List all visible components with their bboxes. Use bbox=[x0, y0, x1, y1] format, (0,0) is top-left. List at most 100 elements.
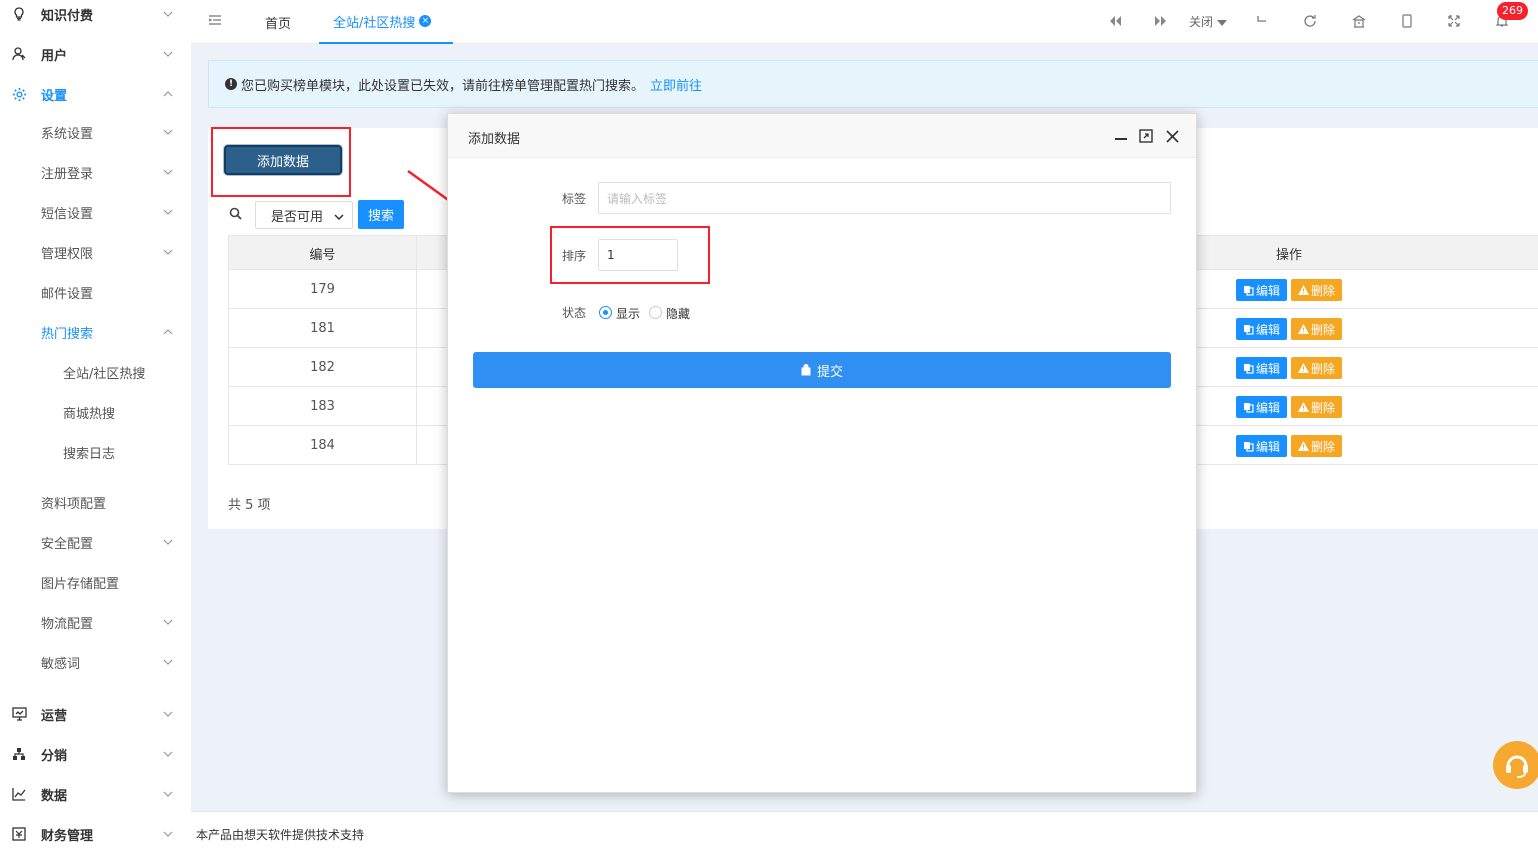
sidebar-item-distribution[interactable]: 分销 bbox=[0, 734, 191, 774]
sidebar-item-label: 全站/社区热搜 bbox=[63, 366, 146, 382]
delete-label: 删除 bbox=[1310, 283, 1335, 298]
warning-icon bbox=[1297, 285, 1309, 295]
footer-text: 本产品由想天软件提供技术支持 bbox=[196, 828, 365, 842]
add-data-button[interactable]: 添加数据 bbox=[224, 145, 342, 175]
copy-icon bbox=[1243, 441, 1254, 452]
chevron-down-icon bbox=[162, 708, 174, 720]
search-icon bbox=[229, 207, 243, 221]
chevron-down-icon bbox=[162, 748, 174, 760]
delete-button[interactable]: 删除 bbox=[1291, 318, 1342, 340]
edit-button[interactable]: 编辑 bbox=[1236, 435, 1287, 457]
sidebar-item-label: 资料项配置 bbox=[41, 496, 107, 512]
column-divider bbox=[416, 236, 417, 271]
status-show-radio[interactable] bbox=[599, 306, 612, 319]
menu-toggle-icon[interactable] bbox=[207, 12, 225, 30]
status-show-label: 显示 bbox=[616, 307, 641, 321]
submit-label: 提交 bbox=[816, 364, 843, 380]
tab-label: 全站/社区热搜 bbox=[333, 15, 416, 31]
refresh-icon[interactable] bbox=[1301, 12, 1319, 30]
status-hide-radio[interactable] bbox=[649, 306, 662, 319]
sidebar-item-operations[interactable]: 运营 bbox=[0, 694, 191, 734]
sidebar-item-label: 短信设置 bbox=[41, 206, 94, 222]
edit-label: 编辑 bbox=[1255, 439, 1280, 454]
sidebar-item-sms-settings[interactable]: 短信设置 bbox=[0, 192, 191, 232]
submit-button[interactable]: 提交 bbox=[473, 352, 1171, 388]
chevron-down-icon bbox=[162, 616, 174, 628]
copy-icon bbox=[1243, 402, 1254, 413]
status-label: 状态 bbox=[562, 306, 587, 320]
sidebar-item-permissions[interactable]: 管理权限 bbox=[0, 232, 191, 272]
sidebar-item-user[interactable]: 用户 bbox=[0, 34, 191, 74]
edit-button[interactable]: 编辑 bbox=[1236, 396, 1287, 418]
finance-icon bbox=[11, 826, 27, 842]
delete-button[interactable]: 删除 bbox=[1291, 357, 1342, 379]
sidebar-item-site-hot-search[interactable]: 全站/社区热搜 bbox=[0, 352, 191, 392]
mobile-icon[interactable] bbox=[1398, 12, 1416, 30]
sidebar-item-logistics[interactable]: 物流配置 bbox=[0, 602, 191, 642]
warning-icon bbox=[1297, 363, 1309, 373]
status-hide-label: 隐藏 bbox=[666, 307, 691, 321]
maximize-icon[interactable] bbox=[1137, 127, 1155, 145]
tab-site-hot-search[interactable]: 全站/社区热搜 × bbox=[319, 0, 453, 44]
column-divider bbox=[416, 387, 417, 426]
sidebar-item-sensitive-words[interactable]: 敏感词 bbox=[0, 642, 191, 682]
sidebar-item-search-log[interactable]: 搜索日志 bbox=[0, 432, 191, 472]
edit-button[interactable]: 编辑 bbox=[1236, 357, 1287, 379]
column-divider bbox=[416, 348, 417, 387]
column-divider bbox=[416, 270, 417, 309]
search-button[interactable]: 搜索 bbox=[358, 200, 404, 229]
sidebar-item-mall-hot-search[interactable]: 商城热搜 bbox=[0, 392, 191, 432]
undo-icon[interactable] bbox=[1253, 12, 1271, 30]
org-chart-icon bbox=[11, 746, 27, 762]
sidebar-item-register-login[interactable]: 注册登录 bbox=[0, 152, 191, 192]
sidebar-item-email-settings[interactable]: 邮件设置 bbox=[0, 272, 191, 312]
tag-input[interactable]: 请输入标签 bbox=[598, 182, 1171, 214]
exclamation-icon: ! bbox=[225, 78, 237, 90]
tab-home[interactable]: 首页 bbox=[251, 0, 305, 44]
sidebar-item-data[interactable]: 数据 bbox=[0, 774, 191, 814]
tag-label: 标签 bbox=[562, 192, 587, 206]
edit-button[interactable]: 编辑 bbox=[1236, 318, 1287, 340]
sidebar-item-settings[interactable]: 设置 bbox=[0, 74, 191, 114]
scroll-right-icon[interactable] bbox=[1152, 12, 1170, 30]
headset-icon bbox=[1506, 755, 1528, 778]
delete-button[interactable]: 删除 bbox=[1291, 279, 1342, 301]
sidebar-item-label: 分销 bbox=[41, 748, 68, 764]
delete-label: 删除 bbox=[1310, 400, 1335, 415]
sidebar-item-hot-search[interactable]: 热门搜索 bbox=[0, 312, 191, 352]
home-building-icon[interactable] bbox=[1350, 12, 1368, 30]
chevron-down-icon bbox=[162, 126, 174, 138]
sidebar-item-image-storage[interactable]: 图片存储配置 bbox=[0, 562, 191, 602]
sidebar-item-profile-config[interactable]: 资料项配置 bbox=[0, 482, 191, 522]
chevron-down-icon bbox=[162, 828, 174, 840]
fullscreen-icon[interactable] bbox=[1445, 12, 1463, 30]
sidebar-item-security-config[interactable]: 安全配置 bbox=[0, 522, 191, 562]
scroll-left-icon[interactable] bbox=[1106, 12, 1124, 30]
chevron-down-icon bbox=[162, 656, 174, 668]
sidebar: 知识付费 用户 设置 系统设置 注册登录 短信设置 管理权限 邮件设置 热门搜索… bbox=[0, 0, 191, 851]
close-icon[interactable] bbox=[1163, 127, 1181, 145]
notice-link[interactable]: 立即前往 bbox=[650, 75, 702, 94]
notice-text: 您已购买榜单模块，此处设置已失效，请前往榜单管理配置热门搜索。 bbox=[241, 78, 645, 94]
sidebar-item-knowledge[interactable]: 知识付费 bbox=[0, 0, 191, 34]
chevron-down-icon bbox=[162, 206, 174, 218]
close-icon[interactable]: × bbox=[419, 15, 432, 27]
user-icon bbox=[11, 46, 27, 62]
close-tabs-dropdown[interactable]: 关闭 bbox=[1189, 13, 1227, 30]
delete-button[interactable]: 删除 bbox=[1291, 435, 1342, 457]
minimize-icon[interactable] bbox=[1112, 127, 1130, 145]
edit-label: 编辑 bbox=[1255, 400, 1280, 415]
sidebar-item-label: 运营 bbox=[41, 708, 68, 724]
warning-icon bbox=[1297, 324, 1309, 334]
sidebar-item-label: 知识付费 bbox=[41, 8, 94, 24]
tab-label: 首页 bbox=[265, 16, 292, 32]
sidebar-item-finance[interactable]: 财务管理 bbox=[0, 814, 191, 851]
cell-id: 184 bbox=[310, 438, 335, 453]
sort-input[interactable]: 1 bbox=[598, 239, 678, 271]
delete-button[interactable]: 删除 bbox=[1291, 396, 1342, 418]
customer-service-button[interactable] bbox=[1493, 741, 1538, 789]
availability-select[interactable]: 是否可用 bbox=[255, 201, 353, 229]
copy-icon bbox=[1243, 324, 1254, 335]
sidebar-item-system-settings[interactable]: 系统设置 bbox=[0, 112, 191, 152]
edit-button[interactable]: 编辑 bbox=[1236, 279, 1287, 301]
